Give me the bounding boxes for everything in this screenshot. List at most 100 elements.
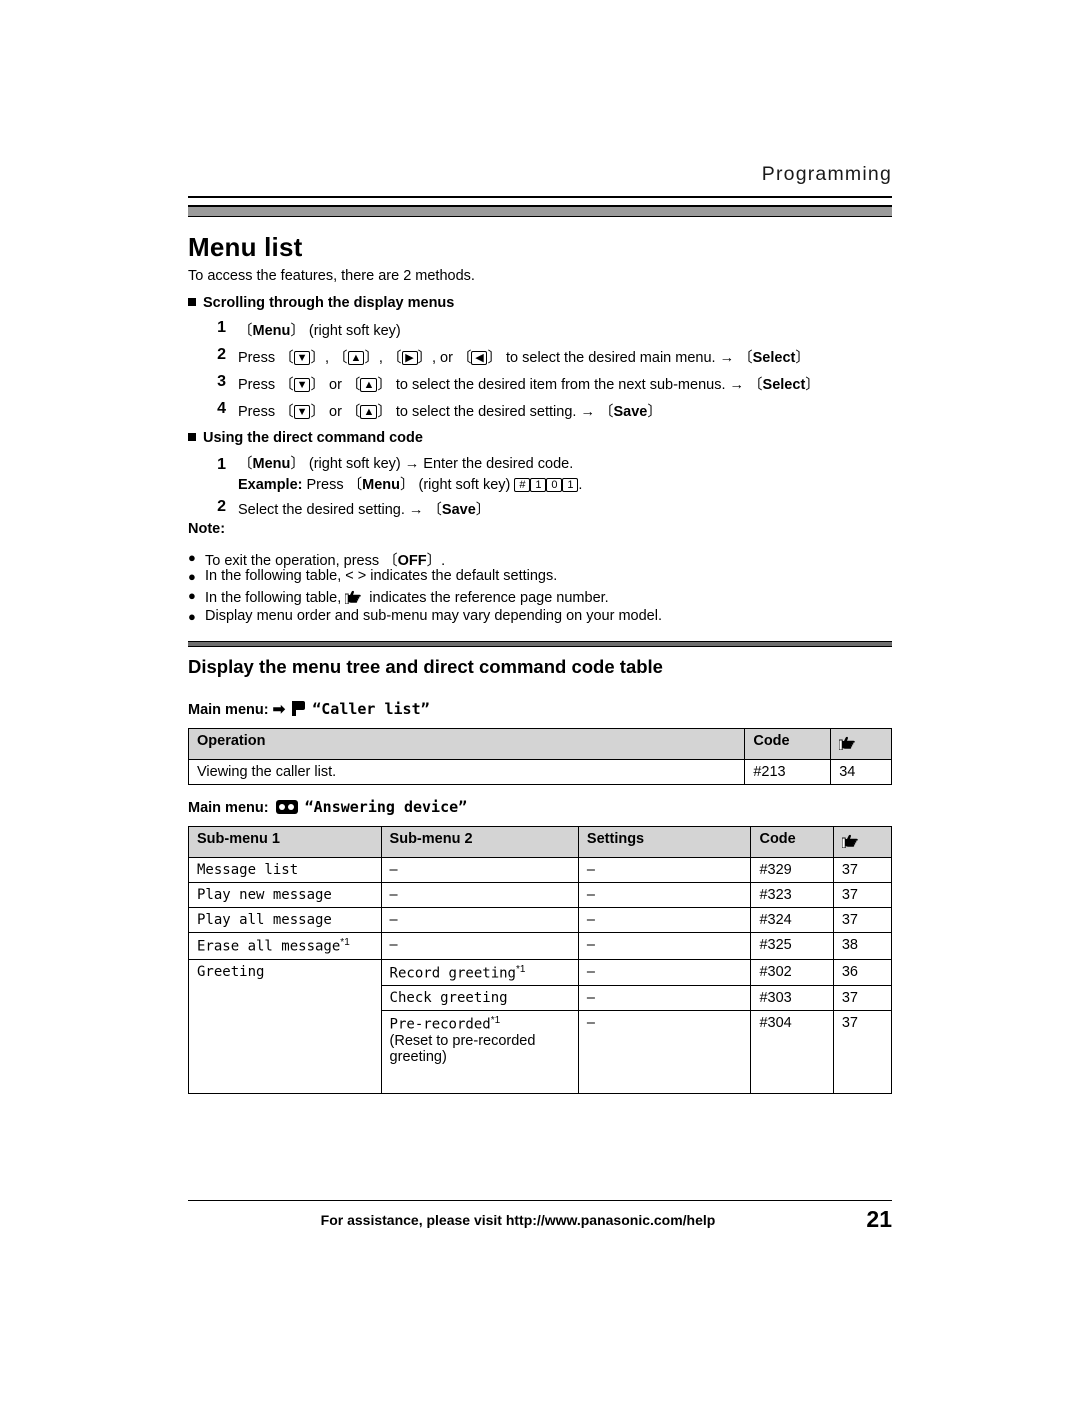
note-label: Note: bbox=[188, 521, 226, 537]
cell-sub-menu-1: Play new message bbox=[188, 882, 382, 908]
step-text: 〔Menu〕 (right soft key) bbox=[238, 323, 401, 339]
step-text: Select the desired setting. → 〔Save〕 bbox=[238, 502, 491, 518]
intro-text: To access the features, there are 2 meth… bbox=[188, 268, 475, 284]
answering-device-table: Sub-menu 1 Sub-menu 2 Settings Code Mess… bbox=[188, 826, 893, 1095]
step-number: 3 bbox=[217, 373, 226, 390]
method2-step-2: 2 Select the desired setting. → 〔Save〕 bbox=[200, 498, 890, 519]
cell-sub-menu-2: – bbox=[380, 907, 579, 933]
page-title: Menu list bbox=[188, 232, 303, 262]
table-row: Message list – – #329 37 bbox=[188, 857, 893, 883]
step-number: 2 bbox=[217, 498, 226, 515]
main-menu-label: Main menu: bbox=[188, 702, 269, 718]
ref-page-hand-icon bbox=[839, 735, 859, 750]
table-row: Play new message – – #323 37 bbox=[188, 882, 893, 908]
main-menu-answering-device: Main menu: “Answering device” bbox=[188, 798, 467, 816]
method1-heading: Scrolling through the display menus bbox=[188, 295, 454, 311]
caller-list-table: Operation Code Viewing the caller list. … bbox=[187, 728, 892, 785]
note-item-text: In the following table, indicates the re… bbox=[205, 590, 609, 606]
cell-code: #304 bbox=[750, 1010, 834, 1095]
cell-page: 37 bbox=[832, 985, 893, 1012]
note-item-4: ● Display menu order and sub-menu may va… bbox=[188, 608, 888, 624]
cell-sub-menu-1: Play all message bbox=[188, 907, 382, 933]
cell-page: 36 bbox=[832, 958, 893, 987]
method1-step-2: 2 Press 〔 ▼ 〕, 〔 ▲ 〕, 〔 ▶ 〕, or 〔 ◀ 〕 to select … bbox=[200, 346, 890, 367]
cell-sub-menu-2-note: (Reset to pre-recorded greeting) bbox=[389, 1032, 536, 1065]
note-item-text: To exit the operation, press 〔OFF〕. bbox=[205, 553, 446, 569]
cell-code: #303 bbox=[750, 985, 834, 1012]
cell-code: #324 bbox=[750, 907, 834, 933]
method1-step-4: 4 Press 〔 ▼ 〕 or 〔 ▲ 〕 to select the desired… bbox=[200, 400, 890, 421]
cell-code: #323 bbox=[750, 882, 834, 908]
table-row: Play all message – – #324 37 bbox=[188, 907, 893, 933]
page-header-section: Programming bbox=[761, 163, 892, 185]
main-menu-name: “Caller list” bbox=[312, 700, 430, 718]
footnote-marker: *1 bbox=[340, 937, 350, 948]
step-text: Press 〔 ▼ 〕 or 〔 ▲ 〕 to select the desired s… bbox=[238, 404, 662, 420]
cell-sub-menu-2: Pre-recorded*1 (Reset to pre-recorded gre… bbox=[380, 1010, 579, 1095]
col-ref-page bbox=[832, 826, 893, 858]
table-header-row: Operation Code bbox=[187, 728, 892, 760]
bullet-icon: ● bbox=[188, 569, 196, 584]
main-menu-label: Main menu: bbox=[188, 800, 269, 816]
footer-text: For assistance, please visit http://www.… bbox=[320, 1212, 716, 1228]
note-item-3: ● In the following table, indicates the … bbox=[188, 587, 888, 606]
note-item-1: ● To exit the operation, press 〔OFF〕. bbox=[188, 549, 888, 570]
cell-sub-menu-2-text: Pre-recorded bbox=[389, 1016, 491, 1033]
note-item-2: ● In the following table, < > indicates … bbox=[188, 568, 888, 584]
cell-sub-menu-2: – bbox=[380, 882, 579, 908]
step-number: 2 bbox=[217, 346, 226, 363]
bullet-icon: ● bbox=[188, 588, 196, 603]
method1-step-3: 3 Press 〔 ▼ 〕 or 〔 ▲ 〕 to select the desired… bbox=[200, 373, 900, 394]
step-number: 1 bbox=[217, 456, 226, 473]
method1-heading-label: Scrolling through the display menus bbox=[203, 295, 455, 311]
bullet-square-icon bbox=[188, 298, 196, 306]
step-number: 1 bbox=[217, 319, 226, 336]
bullet-icon: ● bbox=[188, 609, 196, 624]
header-bar bbox=[188, 205, 892, 217]
ref-page-hand-icon bbox=[841, 833, 862, 848]
cell-settings: – bbox=[577, 1010, 752, 1095]
col-code: Code bbox=[750, 826, 834, 858]
cell-operation: Viewing the caller list. bbox=[187, 759, 746, 785]
step-number: 4 bbox=[217, 400, 226, 417]
col-settings: Settings bbox=[577, 826, 752, 858]
note-item-text: In the following table, < > indicates th… bbox=[205, 568, 558, 584]
bullet-square-icon bbox=[188, 433, 196, 441]
cell-sub-menu-2: Check greeting bbox=[380, 985, 579, 1012]
method2-heading-label: Using the direct command code bbox=[203, 430, 423, 446]
header-rule bbox=[188, 196, 892, 198]
table-header-row: Sub-menu 1 Sub-menu 2 Settings Code bbox=[188, 826, 893, 858]
col-sub-menu-2: Sub-menu 2 bbox=[380, 826, 579, 858]
col-ref-page bbox=[830, 728, 892, 760]
footnote-marker: *1 bbox=[490, 1015, 501, 1027]
cell-settings: – bbox=[577, 932, 752, 960]
col-sub-menu-1: Sub-menu 1 bbox=[188, 826, 382, 858]
cell-code: #302 bbox=[750, 958, 834, 987]
cell-sub-menu-1: Greeting bbox=[188, 958, 382, 1095]
cell-settings: – bbox=[577, 907, 752, 933]
method2-heading: Using the direct command code bbox=[188, 430, 423, 446]
cell-code: #213 bbox=[744, 759, 832, 785]
footnote-marker: *1 bbox=[515, 963, 526, 975]
cell-code: #329 bbox=[750, 857, 834, 883]
cell-sub-menu-2: – bbox=[380, 857, 579, 883]
step-text: Press 〔 ▼ 〕, 〔 ▲ 〕, 〔 ▶ 〕, or 〔 ◀ 〕 to select th… bbox=[238, 350, 810, 366]
table-row: Greeting Record greeting*1 – #302 36 bbox=[188, 958, 893, 1095]
cell-sub-menu-2: Record greeting*1 bbox=[380, 958, 579, 987]
cell-page: 37 bbox=[832, 1010, 893, 1095]
cell-code: #325 bbox=[750, 932, 834, 960]
phonebook-flag-icon bbox=[292, 701, 306, 716]
cell-settings: – bbox=[577, 857, 752, 883]
col-operation: Operation bbox=[187, 728, 746, 760]
main-menu-name: “Answering device” bbox=[304, 798, 468, 816]
section-rule bbox=[188, 641, 892, 647]
note-item-text: Display menu order and sub-menu may vary… bbox=[205, 608, 662, 624]
main-menu-caller-list: Main menu: ➡ “Caller list” bbox=[188, 700, 430, 718]
cell-sub-menu-2-text: Record greeting bbox=[389, 965, 516, 982]
section2-title: Display the menu tree and direct command… bbox=[188, 656, 663, 677]
document-page: Programming Menu list To access the feat… bbox=[0, 0, 1080, 1404]
cell-sub-menu-2: – bbox=[380, 932, 579, 960]
cell-settings: – bbox=[577, 958, 752, 987]
page-number: 21 bbox=[866, 1206, 892, 1232]
cell-sub-menu-1: Message list bbox=[188, 857, 382, 883]
